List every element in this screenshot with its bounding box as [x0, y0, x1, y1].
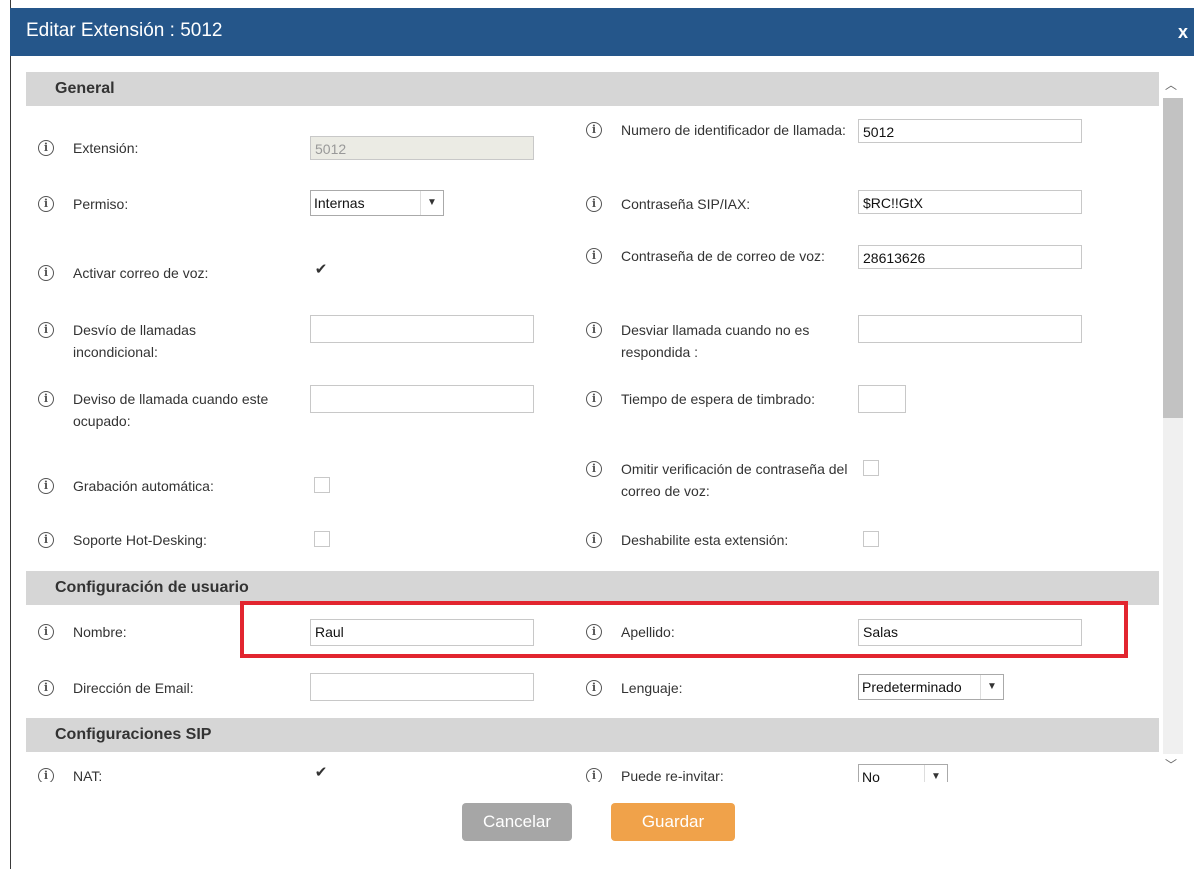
info-icon[interactable]: i — [38, 322, 54, 338]
info-icon[interactable]: i — [38, 680, 54, 696]
info-icon[interactable]: i — [38, 768, 54, 782]
ring-timeout-field[interactable] — [858, 385, 906, 413]
ring-timeout-label: Tiempo de espera de timbrado: — [621, 391, 816, 407]
background-window-edge — [0, 0, 11, 869]
hot-desking-checkbox[interactable] — [314, 531, 330, 547]
section-sip-config-title: Configuraciones SIP — [55, 726, 212, 743]
save-button[interactable]: Guardar — [611, 803, 735, 841]
language-select[interactable]: Predeterminado ▼ — [858, 674, 1004, 700]
info-icon[interactable]: i — [586, 248, 602, 264]
reinvite-label: Puede re-invitar: — [621, 768, 724, 782]
language-select-value: Predeterminado — [862, 679, 962, 695]
noanswer-forward-label: Desviar llamada cuando no es respondida … — [621, 322, 810, 360]
section-user-config: Configuración de usuario — [26, 571, 1159, 605]
chevron-down-icon: ▼ — [420, 191, 443, 215]
skip-vm-password-label: Omitir verificación de contraseña del co… — [621, 461, 848, 499]
section-sip-config: Configuraciones SIP — [26, 718, 1159, 752]
callerid-label: Numero de identificador de llamada: — [621, 122, 846, 138]
info-icon[interactable]: i — [38, 624, 54, 640]
first-name-label: Nombre: — [73, 624, 127, 640]
info-icon[interactable]: i — [586, 122, 602, 138]
info-icon[interactable]: i — [586, 391, 602, 407]
info-icon[interactable]: i — [586, 532, 602, 548]
email-label: Dirección de Email: — [73, 680, 194, 696]
close-icon[interactable]: x — [1178, 22, 1188, 43]
busy-forward-field[interactable] — [310, 385, 534, 413]
skip-vm-password-checkbox[interactable] — [863, 460, 879, 476]
nat-label: NAT: — [73, 768, 103, 782]
permission-select-value: Internas — [314, 195, 365, 211]
language-label: Lenguaje: — [621, 680, 683, 696]
sip-password-label: Contraseña SIP/IAX: — [621, 196, 751, 212]
section-general-title: General — [55, 80, 115, 97]
info-icon[interactable]: i — [38, 140, 54, 156]
voicemail-password-field[interactable]: 28613626 — [858, 245, 1082, 269]
busy-forward-label: Deviso de llamada cuando este ocupado: — [73, 391, 269, 429]
voicemail-checkbox[interactable]: ✔ — [313, 262, 329, 279]
info-icon[interactable]: i — [586, 196, 602, 212]
sip-password-field[interactable]: $RC!!GtX — [858, 190, 1082, 214]
dialog-titlebar: Editar Extensión : 5012 x — [10, 8, 1194, 56]
auto-record-label: Grabación automática: — [73, 478, 214, 494]
chevron-down-icon: ▼ — [924, 765, 947, 782]
noanswer-forward-field[interactable] — [858, 315, 1082, 343]
info-icon[interactable]: i — [38, 478, 54, 494]
email-field[interactable] — [310, 673, 534, 701]
scroll-thumb[interactable] — [1163, 98, 1183, 418]
permission-select[interactable]: Internas ▼ — [310, 190, 444, 216]
scroll-up-icon[interactable]: ︿ — [1165, 76, 1177, 93]
dialog-content: General i Extensión: 5012 i Numero de id… — [26, 72, 1159, 782]
permission-label: Permiso: — [73, 196, 129, 212]
vertical-scrollbar[interactable]: ︿ ﹀ — [1161, 72, 1183, 782]
info-icon[interactable]: i — [38, 391, 54, 407]
info-icon[interactable]: i — [38, 532, 54, 548]
dialog-title: Editar Extensión : 5012 — [26, 20, 223, 41]
auto-record-checkbox[interactable] — [314, 477, 330, 493]
voicemail-password-label: Contraseña de de correo de voz: — [621, 248, 825, 264]
section-general: General — [26, 72, 1159, 106]
chevron-down-icon: ▼ — [980, 675, 1003, 699]
info-icon[interactable]: i — [586, 680, 602, 696]
reinvite-select-value: No — [862, 769, 880, 782]
highlight-annotation — [240, 601, 1128, 658]
nat-checkbox[interactable]: ✔ — [313, 765, 329, 782]
info-icon[interactable]: i — [586, 768, 602, 782]
unconditional-forward-label: Desvío de llamadas incondicional: — [73, 322, 196, 360]
info-icon[interactable]: i — [586, 322, 602, 338]
callerid-field[interactable]: 5012 — [858, 119, 1082, 143]
disable-extension-label: Deshabilite esta extensión: — [621, 532, 789, 548]
section-user-config-title: Configuración de usuario — [55, 579, 249, 596]
reinvite-select[interactable]: No ▼ — [858, 764, 948, 782]
scroll-down-icon[interactable]: ﹀ — [1165, 756, 1177, 773]
info-icon[interactable]: i — [38, 265, 54, 281]
info-icon[interactable]: i — [38, 196, 54, 212]
cancel-button[interactable]: Cancelar — [462, 803, 572, 841]
extension-field: 5012 — [310, 136, 534, 160]
voicemail-label: Activar correo de voz: — [73, 265, 209, 281]
disable-extension-checkbox[interactable] — [863, 531, 879, 547]
hot-desking-label: Soporte Hot-Desking: — [73, 532, 207, 548]
extension-label: Extensión: — [73, 140, 139, 156]
unconditional-forward-field[interactable] — [310, 315, 534, 343]
info-icon[interactable]: i — [586, 461, 602, 477]
